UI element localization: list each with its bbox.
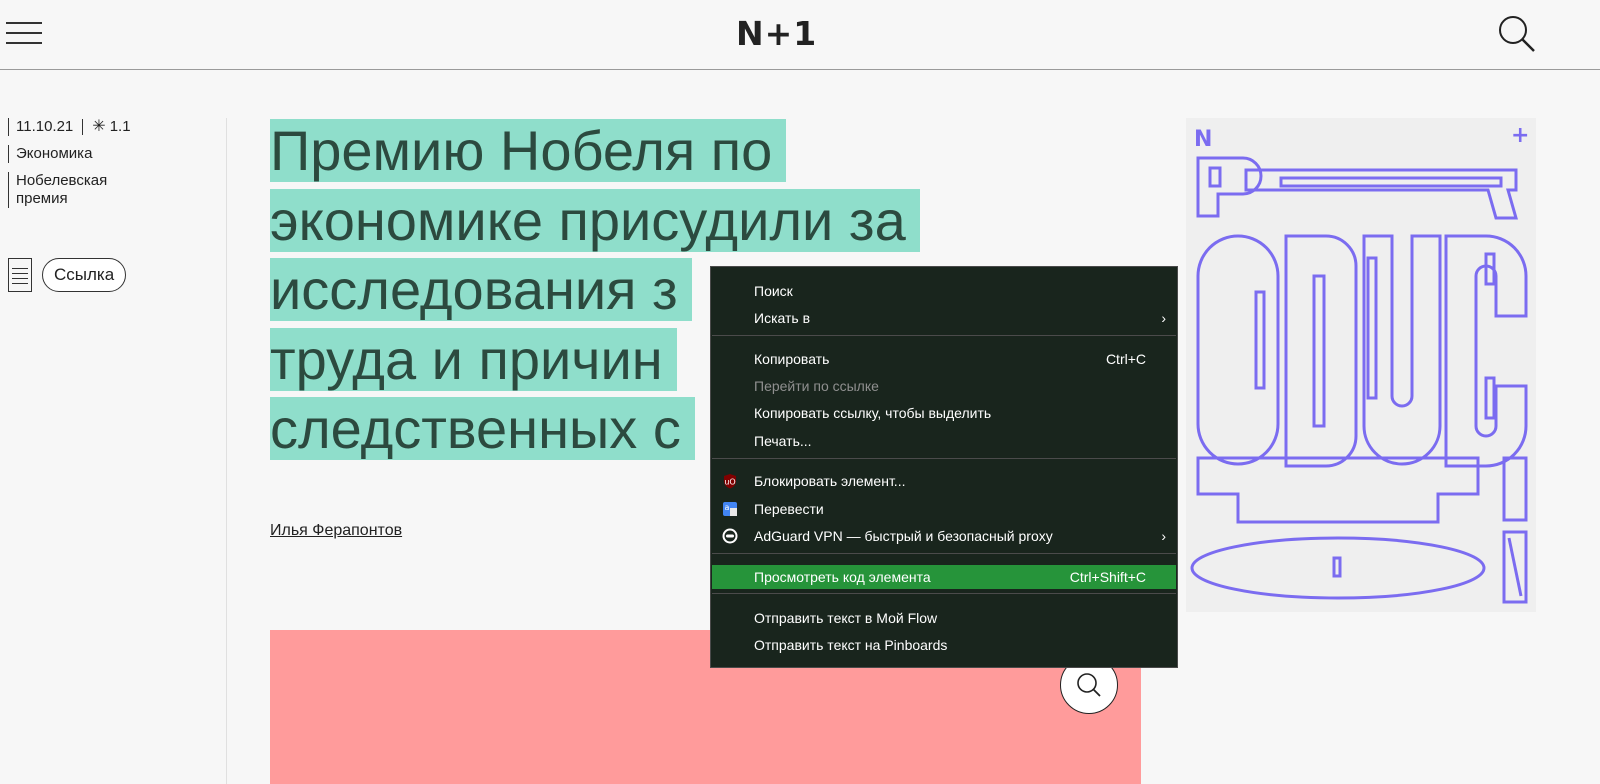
promo-poster[interactable]: N + bbox=[1186, 118, 1536, 612]
site-logo[interactable]: N+1 bbox=[736, 14, 817, 53]
menu-item-copy[interactable]: Копировать Ctrl+C bbox=[712, 348, 1176, 370]
difficulty-icon: ✳ bbox=[92, 118, 106, 135]
article-meta: 11.10.21 ✳ 1.1 Экономика Нобелевская пре… bbox=[8, 118, 131, 217]
translate-icon: a bbox=[723, 502, 737, 516]
menu-item-search-in[interactable]: Искать в › bbox=[712, 307, 1176, 329]
publish-date: 11.10.21 bbox=[16, 118, 74, 135]
menu-divider bbox=[712, 553, 1176, 554]
title-line: Премию Нобеля по bbox=[270, 119, 787, 182]
difficulty-value: 1.1 bbox=[109, 118, 131, 135]
menu-item-block-element[interactable]: uO Блокировать элемент... bbox=[712, 470, 1176, 492]
tag-link[interactable]: Нобелевская премия bbox=[8, 172, 131, 208]
rubric-link[interactable]: Экономика bbox=[8, 145, 131, 163]
menu-item-copy-highlight-link[interactable]: Копировать ссылку, чтобы выделить bbox=[712, 402, 1176, 424]
chevron-right-icon: › bbox=[1161, 310, 1166, 326]
title-line: экономике присудили за bbox=[270, 188, 920, 252]
menu-item-follow-link: Перейти по ссылке bbox=[754, 378, 879, 394]
menu-divider bbox=[712, 458, 1176, 459]
menu-item-send-to-pinboards[interactable]: Отправить текст на Pinboards bbox=[712, 634, 1176, 656]
column-divider bbox=[226, 118, 227, 784]
adguard-icon bbox=[722, 528, 738, 544]
chevron-right-icon: › bbox=[1161, 528, 1166, 544]
shortcut-label: Ctrl+Shift+C bbox=[1069, 569, 1146, 585]
menu-item-print[interactable]: Печать... bbox=[712, 430, 1176, 452]
poster-brand-plus: + bbox=[1511, 123, 1529, 148]
search-icon[interactable] bbox=[1496, 14, 1538, 54]
toc-button[interactable] bbox=[8, 258, 32, 292]
ublock-icon: uO bbox=[724, 474, 736, 489]
poster-brand-n: N bbox=[1194, 127, 1212, 152]
title-line: следственных с bbox=[270, 397, 695, 460]
context-menu: Поиск Искать в › Копировать Ctrl+C Перей… bbox=[710, 266, 1178, 668]
menu-item-translate[interactable]: a Перевести bbox=[712, 498, 1176, 520]
shortcut-label: Ctrl+C bbox=[1105, 351, 1146, 367]
menu-divider bbox=[712, 593, 1176, 594]
menu-burger-icon[interactable] bbox=[6, 20, 42, 46]
menu-item-adguard-vpn[interactable]: AdGuard VPN — быстрый и безопасный proxy… bbox=[712, 525, 1176, 547]
menu-item-inspect-element[interactable]: Просмотреть код элемента Ctrl+Shift+C bbox=[712, 565, 1176, 589]
title-line: исследования з bbox=[270, 258, 692, 321]
menu-item-search[interactable]: Поиск bbox=[712, 280, 1176, 302]
site-header: N+1 bbox=[0, 0, 1600, 70]
menu-divider bbox=[712, 335, 1176, 336]
svg-text:a: a bbox=[725, 503, 730, 512]
copy-link-button[interactable]: Ссылка bbox=[42, 258, 127, 292]
svg-text:uO: uO bbox=[724, 478, 735, 487]
author-link[interactable]: Илья Ферапонтов bbox=[270, 522, 402, 540]
title-line: труда и причин bbox=[270, 327, 677, 391]
menu-item-send-to-flow[interactable]: Отправить текст в Мой Flow bbox=[712, 607, 1176, 629]
date-difficulty-row: 11.10.21 ✳ 1.1 bbox=[8, 118, 131, 136]
